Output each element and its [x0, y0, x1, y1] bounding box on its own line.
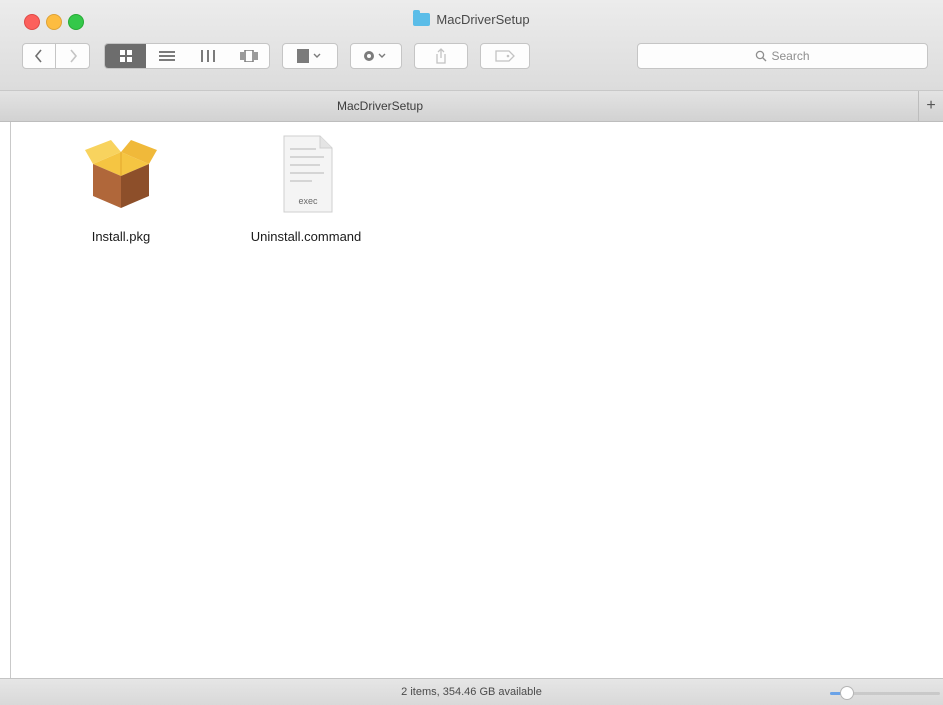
tags-button[interactable] [480, 43, 530, 69]
share-button[interactable] [414, 43, 468, 69]
back-button[interactable] [22, 43, 56, 69]
window-title-text: MacDriverSetup [436, 12, 530, 27]
share-icon [436, 48, 446, 64]
chevron-right-icon [69, 49, 77, 63]
arrange-button[interactable] [282, 43, 338, 69]
icon-size-slider[interactable] [830, 686, 940, 700]
column-view-button[interactable] [187, 44, 228, 68]
search-icon [756, 50, 767, 62]
view-mode-control [104, 43, 270, 69]
icon-view-button[interactable] [105, 44, 146, 68]
file-item-uninstall-command[interactable]: exec Uninstall.command [216, 134, 396, 244]
chevron-left-icon [34, 49, 42, 63]
icon-view-icon [119, 50, 132, 62]
tab-bar: MacDriverSetup + [0, 91, 943, 122]
cover-flow-view-button[interactable] [228, 44, 269, 68]
script-file-icon: exec [283, 135, 333, 213]
status-text: 2 items, 354.46 GB available [401, 686, 542, 698]
search-placeholder: Search [771, 49, 810, 63]
file-item-install-pkg[interactable]: Install.pkg [31, 134, 211, 244]
action-menu-button[interactable] [350, 43, 402, 69]
folder-icon [413, 10, 431, 26]
cover-flow-icon [239, 49, 258, 63]
finder-window: MacDriverSetup Search MacDriverSetup + I… [0, 0, 943, 705]
file-name: Install.pkg [91, 229, 151, 244]
search-field[interactable]: Search [637, 43, 928, 69]
title-bar: MacDriverSetup Search [0, 0, 943, 91]
window-title: MacDriverSetup [0, 10, 943, 27]
new-tab-button[interactable]: + [918, 91, 943, 121]
list-view-icon [158, 51, 175, 61]
arrange-icon [297, 49, 321, 63]
tag-icon [495, 50, 515, 62]
tab-label[interactable]: MacDriverSetup [0, 91, 760, 121]
file-name: Uninstall.command [250, 229, 362, 244]
column-view-icon [200, 50, 215, 62]
exec-badge: exec [298, 196, 318, 206]
package-icon [85, 140, 157, 208]
icon-size-slider-knob[interactable] [839, 686, 854, 700]
gear-icon [364, 51, 386, 61]
list-view-button[interactable] [146, 44, 187, 68]
status-bar: 2 items, 354.46 GB available [0, 678, 943, 705]
file-browser-content[interactable]: Install.pkg exec Uninstall.command [10, 122, 943, 678]
forward-button[interactable] [56, 43, 90, 69]
